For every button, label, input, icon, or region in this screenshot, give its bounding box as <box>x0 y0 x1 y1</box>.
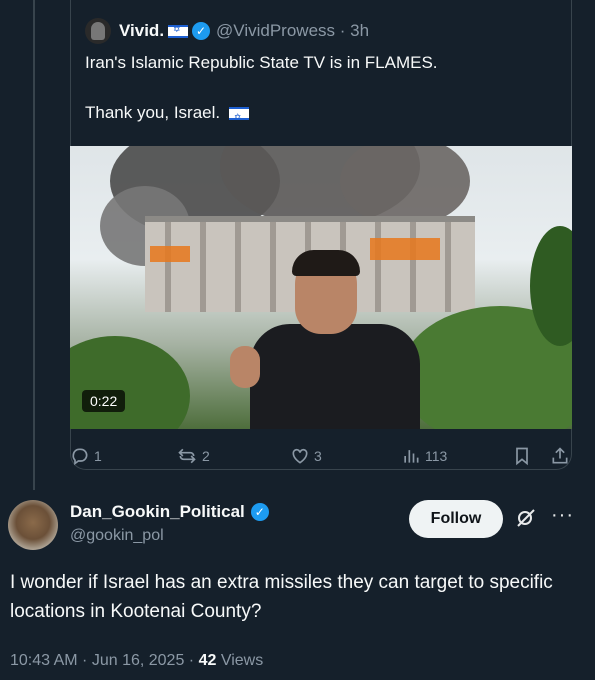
reply-author-avatar[interactable] <box>8 500 58 550</box>
follow-button[interactable]: Follow <box>409 500 503 538</box>
separator-dot: · <box>335 21 351 40</box>
like-icon <box>292 448 308 464</box>
reply-tweet-meta: 10:43 AM · Jun 16, 2025 · 42 Views <box>10 652 263 670</box>
quoted-tweet-line-1: Iran's Islamic Republic State TV is in F… <box>85 53 438 72</box>
reply-button[interactable]: 1 <box>70 446 102 466</box>
verified-badge-icon: ✓ <box>192 22 211 40</box>
bookmark-button[interactable] <box>512 446 536 466</box>
quoted-tweet-header: Vivid. ✓ @VividProwess · 3h <box>85 18 369 44</box>
quoted-author-name[interactable]: Vivid. <box>119 21 164 41</box>
quoted-author-avatar[interactable] <box>85 18 111 44</box>
like-button[interactable]: 3 <box>290 446 322 466</box>
reply-timestamp[interactable]: 10:43 AM · Jun 16, 2025 <box>10 652 184 669</box>
more-icon[interactable]: ··· <box>551 504 574 527</box>
reply-views-count: 42 <box>198 652 217 669</box>
reply-views-label: Views <box>220 652 264 669</box>
flag-israel-icon <box>228 106 249 128</box>
verified-badge-icon: ✓ <box>250 503 269 521</box>
video-speaker <box>210 250 420 429</box>
reply-author-name[interactable]: Dan_Gookin_Political <box>70 502 245 522</box>
quoted-tweet-line-2-wrap: Thank you, Israel. <box>85 102 438 128</box>
quoted-author-handle[interactable]: @VividProwess <box>216 21 335 41</box>
video-player[interactable]: 0:22 <box>70 146 572 429</box>
quoted-tweet-card[interactable]: Vivid. ✓ @VividProwess · 3h Iran's Islam… <box>70 0 572 470</box>
flag-israel-icon <box>168 24 189 38</box>
quoted-tweet-line-2: Thank you, Israel. <box>85 103 221 122</box>
tweet-action-bar: 1 2 3 113 <box>70 446 575 474</box>
grok-icon[interactable] <box>514 506 538 530</box>
reply-count: 1 <box>94 448 102 464</box>
repost-icon <box>178 448 196 464</box>
separator-dot: · <box>188 652 199 669</box>
quoted-tweet-time[interactable]: 3h <box>350 21 369 41</box>
reply-tweet-text: I wonder if Israel has an extra missiles… <box>10 572 553 622</box>
views-button[interactable]: 113 <box>401 446 447 466</box>
bookmark-icon <box>516 447 528 466</box>
reply-author-handle[interactable]: @gookin_pol <box>70 527 164 545</box>
like-count: 3 <box>314 448 322 464</box>
repost-count: 2 <box>202 448 210 464</box>
quoted-tweet-text: Iran's Islamic Republic State TV is in F… <box>85 52 438 128</box>
views-count: 113 <box>425 448 448 464</box>
repost-button[interactable]: 2 <box>176 446 210 466</box>
thread-connector-line <box>33 0 35 490</box>
video-duration-badge: 0:22 <box>82 390 126 412</box>
share-icon <box>552 447 568 464</box>
views-icon <box>404 450 419 463</box>
share-button[interactable] <box>550 446 574 466</box>
reply-icon <box>72 448 88 466</box>
reply-author-name-row[interactable]: Dan_Gookin_Political ✓ <box>70 502 275 522</box>
